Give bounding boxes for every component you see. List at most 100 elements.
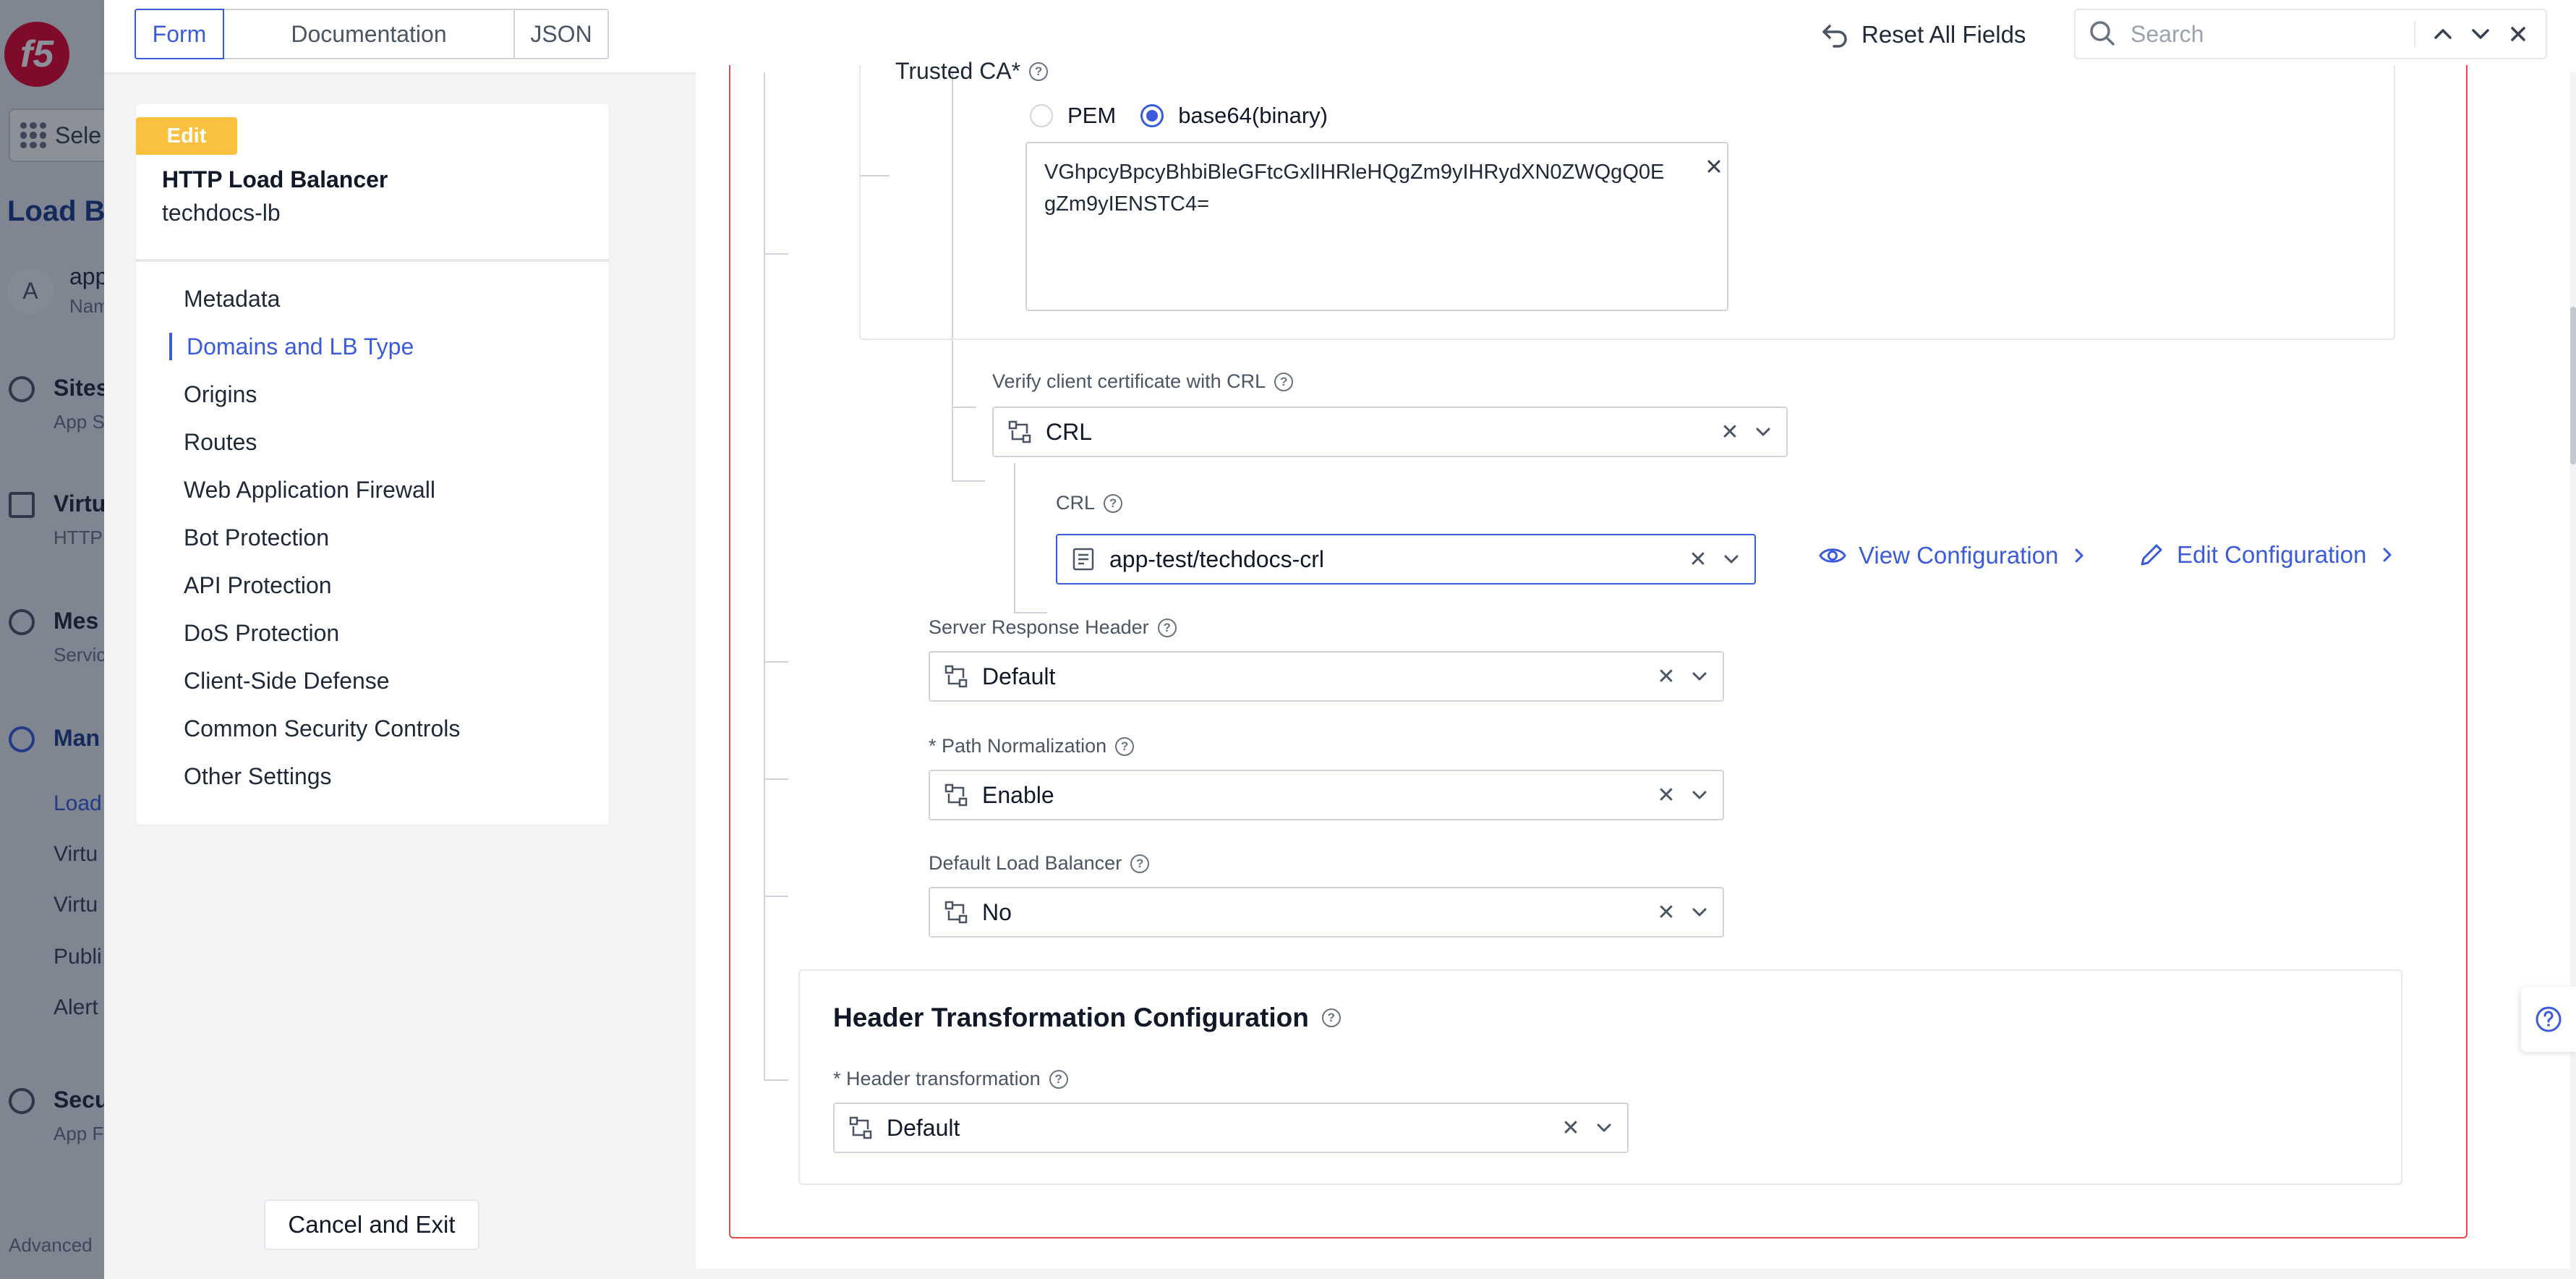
path-normalization-value: Enable: [982, 781, 1054, 808]
tree-line: [1014, 612, 1047, 613]
object-summary-card: Edit HTTP Load Balancer techdocs-lb Meta…: [136, 104, 609, 825]
modal-topbar: Form Documentation JSON Reset All Fields: [104, 0, 2576, 72]
trusted-ca-label-text: Trusted CA*: [895, 58, 1021, 84]
nav-item-origins[interactable]: Origins: [184, 370, 460, 418]
nav-item-routes[interactable]: Routes: [184, 418, 460, 466]
header-transformation-label: * Header transformation ?: [833, 1068, 1068, 1090]
chevron-down-icon[interactable]: [1717, 545, 1746, 574]
chevron-down-icon[interactable]: [1749, 417, 1778, 446]
scrollbar-thumb[interactable]: [2570, 307, 2576, 464]
nav-item-domains-lb-type[interactable]: Domains and LB Type: [169, 323, 460, 370]
trusted-ca-textarea[interactable]: VGhpcyBpcyBhbiBleGFtcGxlIHRleHQgZm9yIHRy…: [1025, 142, 1728, 311]
choice-icon: [942, 898, 971, 927]
nav-item-metadata[interactable]: Metadata: [184, 275, 460, 323]
search-divider: [2414, 21, 2415, 47]
clear-icon[interactable]: ✕: [1652, 781, 1681, 810]
header-transformation-title-text: Header Transformation Configuration: [833, 1003, 1309, 1032]
radio-pem-label: PEM: [1067, 103, 1117, 128]
clear-icon[interactable]: ✕: [1684, 545, 1713, 574]
nav-item-waf[interactable]: Web Application Firewall: [184, 466, 460, 514]
chevron-down-icon[interactable]: [1685, 898, 1714, 927]
help-icon[interactable]: ?: [1029, 61, 1049, 81]
chevron-right-icon: [2383, 548, 2392, 562]
clear-icon[interactable]: ✕: [1556, 1113, 1585, 1142]
help-icon[interactable]: ?: [1049, 1069, 1068, 1089]
search-box: [2074, 9, 2547, 59]
cancel-and-exit-button[interactable]: Cancel and Exit: [264, 1199, 479, 1250]
clear-icon[interactable]: ✕: [1715, 417, 1744, 446]
header-transformation-title: Header Transformation Configuration ?: [833, 1003, 1341, 1033]
tab-form[interactable]: Form: [135, 9, 224, 59]
tab-documentation[interactable]: Documentation: [223, 9, 515, 59]
textarea-clear-button[interactable]: [1701, 153, 1727, 179]
default-lb-label: Default Load Balancer ?: [929, 852, 1150, 875]
default-lb-select[interactable]: No ✕: [929, 887, 1724, 938]
tree-line: [859, 175, 890, 177]
radio-base64[interactable]: [1140, 104, 1164, 127]
choice-icon: [942, 662, 971, 691]
tree-line: [764, 896, 788, 897]
choice-icon: [846, 1113, 875, 1142]
header-transformation-value: Default: [887, 1114, 960, 1141]
header-transformation-section: Header Transformation Configuration ? * …: [798, 969, 2402, 1185]
nav-item-other-settings[interactable]: Other Settings: [184, 752, 460, 800]
nav-item-api-protection[interactable]: API Protection: [184, 561, 460, 609]
question-circle-icon: [2536, 1006, 2562, 1032]
help-icon[interactable]: ?: [1115, 736, 1135, 756]
edit-configuration-link[interactable]: Edit Configuration: [2138, 541, 2397, 569]
nav-item-dos-protection[interactable]: DoS Protection: [184, 609, 460, 657]
help-icon[interactable]: ?: [1104, 493, 1123, 513]
verify-crl-label-text: Verify client certificate with CRL: [992, 370, 1266, 392]
view-configuration-label: View Configuration: [1859, 542, 2059, 569]
path-normalization-select[interactable]: Enable ✕: [929, 770, 1724, 820]
form-section-nav: Metadata Domains and LB Type Origins Rou…: [169, 275, 460, 800]
chevron-down-icon[interactable]: [1685, 781, 1714, 810]
header-transformation-select[interactable]: Default ✕: [833, 1102, 1629, 1153]
floating-help-button[interactable]: [2521, 987, 2576, 1052]
chevron-down-icon[interactable]: [1685, 662, 1714, 691]
search-input[interactable]: [2131, 20, 2405, 48]
search-icon: [2090, 21, 2115, 46]
tree-line: [764, 661, 788, 663]
object-name: techdocs-lb: [162, 200, 281, 226]
view-configuration-link[interactable]: View Configuration: [1818, 541, 2089, 570]
tree-line: [952, 407, 976, 408]
crl-label: CRL ?: [1056, 492, 1123, 514]
modal-overlay[interactable]: [0, 0, 104, 1279]
reset-all-fields-button[interactable]: Reset All Fields: [1820, 16, 2026, 54]
clear-icon[interactable]: ✕: [1652, 898, 1681, 927]
clear-icon[interactable]: ✕: [1652, 662, 1681, 691]
pencil-icon: [2141, 544, 2162, 566]
tree-line: [764, 72, 765, 1081]
crl-select[interactable]: app-test/techdocs-crl ✕: [1056, 534, 1756, 585]
server-response-header-value: Default: [982, 663, 1056, 689]
form-panel: Trusted CA* ? PEM base64(binary) VGhpcyB…: [696, 58, 2576, 1269]
verify-crl-select[interactable]: CRL ✕: [992, 407, 1788, 457]
chevron-down-icon[interactable]: [1590, 1113, 1618, 1142]
help-icon[interactable]: ?: [1321, 1008, 1341, 1027]
default-lb-value: No: [982, 898, 1012, 925]
object-type: HTTP Load Balancer: [162, 166, 388, 192]
search-next-button[interactable]: [2462, 15, 2499, 53]
path-normalization-label: * Path Normalization ?: [929, 735, 1135, 757]
help-icon[interactable]: ?: [1130, 854, 1150, 873]
server-response-header-select[interactable]: Default ✕: [929, 651, 1724, 702]
search-prev-button[interactable]: [2424, 15, 2462, 53]
card-divider: [136, 259, 609, 262]
help-icon[interactable]: ?: [1274, 372, 1294, 391]
search-close-button[interactable]: [2499, 15, 2537, 53]
nav-item-common-security-controls[interactable]: Common Security Controls: [184, 705, 460, 752]
reset-label: Reset All Fields: [1861, 21, 2026, 48]
edit-configuration-label: Edit Configuration: [2177, 541, 2367, 568]
nav-item-bot-protection[interactable]: Bot Protection: [184, 514, 460, 561]
view-tabs: Form Documentation JSON: [135, 9, 609, 59]
server-response-header-label-text: Server Response Header: [929, 616, 1149, 638]
scrollbar-track[interactable]: [2570, 72, 2576, 1279]
chevron-right-icon: [2075, 548, 2084, 563]
server-response-header-label: Server Response Header ?: [929, 616, 1177, 639]
crl-label-text: CRL: [1056, 492, 1096, 514]
help-icon[interactable]: ?: [1157, 618, 1177, 637]
nav-item-client-side-defense[interactable]: Client-Side Defense: [184, 657, 460, 705]
tab-json[interactable]: JSON: [513, 9, 609, 59]
radio-pem[interactable]: [1030, 104, 1053, 127]
